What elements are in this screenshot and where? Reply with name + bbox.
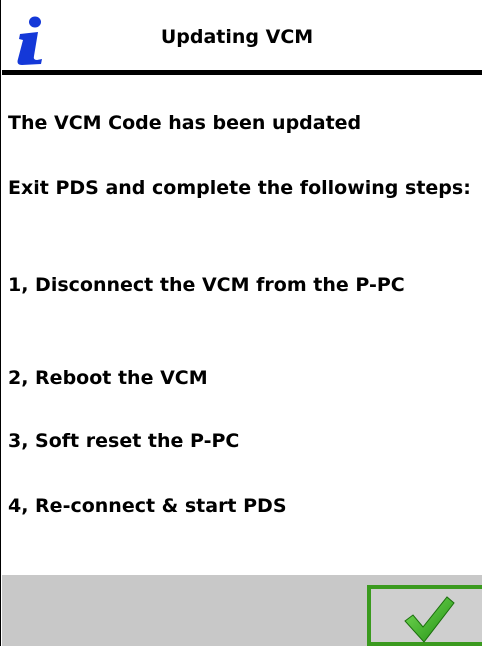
step-1: 1, Disconnect the VCM from the P-PC: [8, 274, 405, 296]
header-divider: [2, 70, 482, 75]
dialog-window: Updating VCM The VCM Code has been updat…: [0, 0, 482, 646]
instruction-text: Exit PDS and complete the following step…: [8, 177, 471, 199]
step-2: 2, Reboot the VCM: [8, 367, 208, 389]
status-message: The VCM Code has been updated: [8, 112, 362, 134]
dialog-title: Updating VCM: [160, 26, 314, 48]
dialog-header: Updating VCM: [2, 0, 482, 70]
ok-button[interactable]: [367, 585, 482, 646]
step-4: 4, Re-connect & start PDS: [8, 495, 287, 517]
dialog-footer: [2, 575, 482, 646]
checkmark-icon: [404, 596, 455, 643]
step-3: 3, Soft reset the P-PC: [8, 430, 240, 452]
info-icon: [17, 16, 42, 65]
